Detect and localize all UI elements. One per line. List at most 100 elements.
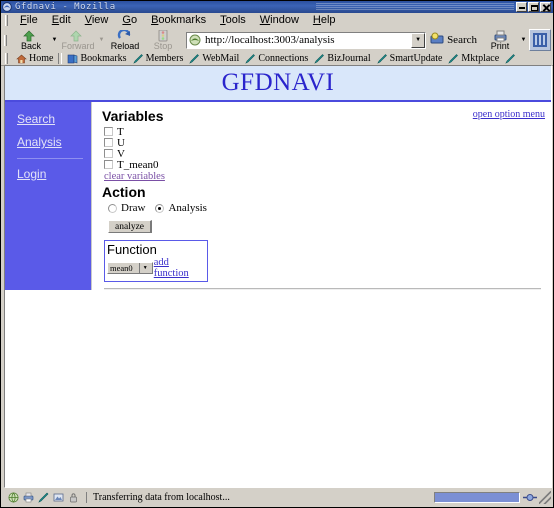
menu-drag-grip[interactable] (5, 14, 8, 26)
function-select[interactable]: mean0 ▼ (107, 262, 153, 274)
bookmark-connections[interactable]: Connections (242, 53, 311, 64)
reload-icon (117, 29, 133, 42)
pen-icon (505, 53, 516, 64)
navbar-drag-grip[interactable] (4, 34, 7, 46)
content-divider (104, 288, 541, 290)
navigation-toolbar: Back ▼ Forward ▼ Reload Stop http://loca… (1, 28, 553, 52)
function-heading: Function (107, 242, 157, 257)
bookmark-webmail-label: WebMail (202, 53, 240, 64)
pen-icon (189, 53, 200, 64)
menu-view[interactable]: View (78, 13, 116, 27)
menu-file[interactable]: File (13, 13, 45, 27)
bookmark-smartupdate[interactable]: SmartUpdate (374, 53, 446, 64)
bookmark-webmail[interactable]: WebMail (186, 53, 242, 64)
chevron-down-icon: ▼ (138, 263, 151, 273)
printer-icon[interactable] (23, 492, 34, 503)
globe-icon[interactable] (8, 492, 19, 503)
sidebar: Search Analysis Login (5, 102, 91, 290)
network-status-icon[interactable] (523, 491, 537, 504)
action-radio-group: Draw Analysis (108, 202, 545, 214)
browser-window: Gfdnavi - Mozilla File Edit View Go Book… (0, 0, 554, 508)
window-title: Gfdnavi - Mozilla (15, 2, 116, 12)
menu-window[interactable]: Window (253, 13, 306, 27)
menu-go[interactable]: Go (115, 13, 144, 27)
throbber-icon (533, 33, 547, 47)
back-button[interactable]: Back (12, 29, 50, 52)
function-row: mean0 ▼ add function (107, 257, 205, 279)
page-viewport: GFDNAVI Search Analysis Login Variables … (4, 65, 552, 488)
action-radio-analysis[interactable] (155, 203, 165, 213)
back-label: Back (20, 40, 41, 51)
pen-icon (314, 53, 325, 64)
mozilla-throbber-button[interactable] (529, 29, 551, 51)
menu-edit[interactable]: Edit (45, 13, 78, 27)
bookmark-members[interactable]: Members (130, 53, 187, 64)
bookmark-home[interactable]: Home (13, 53, 56, 64)
variable-checkbox-v[interactable] (104, 149, 113, 158)
bookmark-mktplace-label: Mktplace (461, 53, 500, 64)
print-dropdown-arrow[interactable]: ▼ (519, 29, 528, 52)
image-icon[interactable] (53, 492, 64, 503)
print-button[interactable]: Print (481, 29, 519, 52)
lock-icon[interactable] (68, 492, 79, 503)
menu-bar: File Edit View Go Bookmarks Tools Window… (1, 13, 553, 28)
page-title: GFDNAVI (221, 69, 335, 96)
title-stripes (315, 3, 514, 11)
pen-icon (132, 53, 144, 64)
analyze-button[interactable]: analyze (108, 220, 153, 233)
clear-variables-link[interactable]: clear variables (104, 171, 165, 182)
back-dropdown-arrow[interactable]: ▼ (50, 29, 59, 52)
variable-checkbox-u[interactable] (104, 138, 113, 147)
add-function-link[interactable]: add function (154, 257, 205, 279)
bookmark-mktplace[interactable]: Mktplace (445, 53, 502, 64)
sidebar-item-search[interactable]: Search (17, 112, 91, 126)
search-button[interactable]: Search (428, 31, 481, 49)
variable-row[interactable]: T (104, 126, 545, 138)
back-arrow-icon (23, 30, 39, 42)
variable-checkbox-t[interactable] (104, 127, 113, 136)
window-controls (516, 2, 551, 12)
action-heading: Action (102, 184, 146, 200)
bookmark-overflow[interactable] (502, 53, 521, 64)
stop-button[interactable]: Stop (144, 29, 182, 52)
web-page: GFDNAVI Search Analysis Login Variables … (5, 66, 551, 487)
bookmark-bookmarks[interactable]: Bookmarks (64, 53, 129, 64)
reload-button[interactable]: Reload (106, 29, 144, 52)
close-button[interactable] (540, 2, 551, 12)
variable-checkbox-t-mean0[interactable] (104, 160, 113, 169)
progress-bar (434, 491, 520, 503)
sidebar-divider (17, 158, 83, 159)
variables-heading: Variables (102, 108, 164, 124)
sidebar-item-analysis[interactable]: Analysis (17, 135, 91, 149)
variable-label: T_mean0 (117, 158, 159, 171)
menu-tools[interactable]: Tools (213, 13, 253, 27)
bookmark-bookmarks-label: Bookmarks (80, 53, 127, 64)
menu-help[interactable]: Help (306, 13, 343, 27)
page-body: Search Analysis Login Variables open opt… (5, 102, 551, 290)
stop-icon (157, 29, 169, 42)
bookmarks-toolbar: Home Bookmarks Members WebMail Connectio… (1, 52, 553, 66)
main-content: Variables open option menu T U V T_mean0… (91, 102, 551, 290)
forward-dropdown-arrow[interactable]: ▼ (97, 29, 106, 52)
url-input[interactable]: http://localhost:3003/analysis (205, 34, 411, 46)
minimize-button[interactable] (516, 2, 527, 12)
url-dropdown-button[interactable]: ▼ (411, 32, 426, 48)
bookmarks-drag-grip[interactable] (5, 53, 8, 64)
bookmark-bizjournal[interactable]: BizJournal (311, 53, 373, 64)
address-bar[interactable]: http://localhost:3003/analysis ▼ (186, 31, 427, 49)
pen-icon[interactable] (38, 492, 49, 503)
action-radio-analysis-label: Analysis (168, 202, 207, 214)
maximize-button[interactable] (528, 2, 539, 12)
forward-button[interactable]: Forward (59, 29, 97, 52)
sidebar-item-login[interactable]: Login (17, 167, 91, 181)
menu-bookmarks[interactable]: Bookmarks (144, 13, 213, 27)
variable-row[interactable]: V (104, 148, 545, 160)
variable-row[interactable]: T_mean0 (104, 158, 545, 171)
open-option-menu-link[interactable]: open option menu (473, 109, 545, 120)
search-icon (430, 32, 445, 48)
resize-grip[interactable] (539, 490, 551, 504)
title-bar: Gfdnavi - Mozilla (1, 1, 553, 13)
variable-row[interactable]: U (104, 137, 545, 149)
status-icons (2, 492, 85, 503)
action-radio-draw[interactable] (108, 203, 117, 213)
